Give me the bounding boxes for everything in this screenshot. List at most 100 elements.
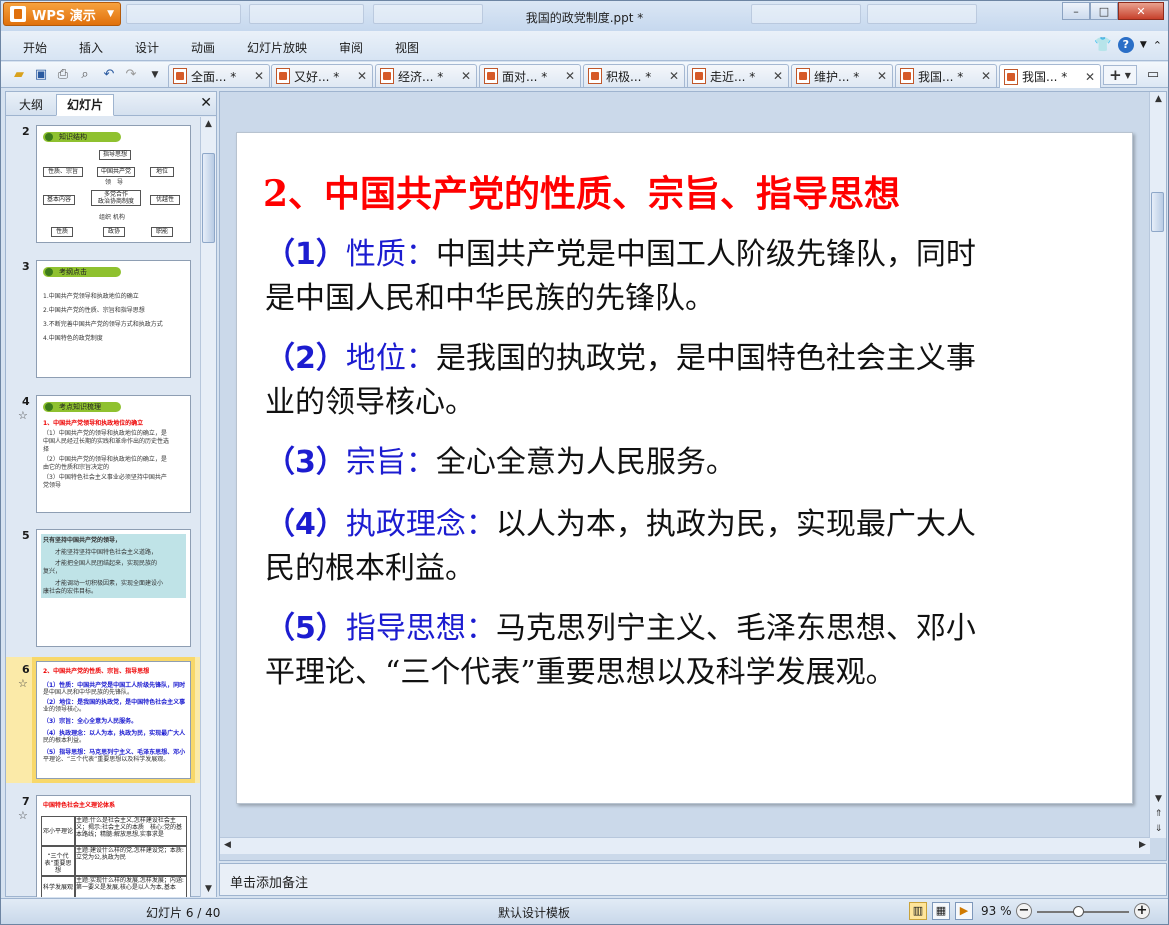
slides-pane: 大纲 幻灯片 ✕ 2 知识结构 指导思想 性质、宗旨 中国共产党 地位 领 导 … — [5, 91, 217, 897]
item-text: 是中国人民和中华民族的先锋队。 — [265, 281, 715, 316]
close-tab-icon[interactable]: ✕ — [979, 69, 993, 83]
slideshow-view-icon[interactable]: ▶ — [955, 902, 973, 920]
tab-label: 我国... * — [918, 69, 964, 84]
menu-design[interactable]: 设计 — [135, 39, 159, 56]
scroll-down-icon[interactable]: ▼ — [201, 882, 216, 897]
previous-slide-icon[interactable]: ⇑ — [1151, 807, 1166, 822]
scrollbar-thumb[interactable] — [202, 153, 215, 243]
print-preview-icon[interactable]: ⌕ — [77, 67, 93, 83]
thumb-node: 中国共产党 — [97, 167, 135, 177]
document-tab[interactable]: 面对... * ✕ — [479, 64, 581, 87]
slide-paragraph-2[interactable]: （2）地位：是我国的执政党，是中国特色社会主义事 业的领导核心。 — [265, 337, 1095, 425]
close-tab-icon[interactable]: ✕ — [875, 69, 889, 83]
slide-thumbnail-6-selected[interactable]: 6 ☆ 2、中国共产党的性质、宗旨、指导思想 （1）性质：中国共产党是中国工人阶… — [6, 657, 200, 783]
slide-thumbnail-7[interactable]: 7 ☆ 中国特色社会主义理论体系 邓小平理论 主题:什么是社会主义,怎样建设社会… — [6, 795, 200, 897]
zoom-slider-knob[interactable] — [1073, 906, 1084, 917]
skin-shirt-icon[interactable]: 👕 — [1094, 37, 1111, 53]
document-tab[interactable]: 走近... * ✕ — [687, 64, 789, 87]
thumbnails-scrollbar[interactable]: ▲ ▼ — [200, 117, 216, 897]
redo-icon[interactable]: ↷ — [123, 67, 139, 83]
normal-view-icon[interactable]: ▥ — [909, 902, 927, 920]
slide-counter: 幻灯片 6 / 40 — [146, 906, 221, 920]
scrollbar-thumb[interactable] — [1151, 192, 1164, 232]
plus-icon: + — [1109, 66, 1122, 84]
thumb-node: 职能 — [151, 227, 173, 237]
close-tab-icon[interactable]: ✕ — [252, 69, 266, 83]
scroll-right-icon[interactable]: ▶ — [1135, 838, 1150, 853]
zoom-in-button[interactable]: + — [1134, 903, 1150, 919]
thumb-text: （2）地位：是我国的执政党，是中国特色社会主义事 — [43, 699, 186, 706]
menu-home[interactable]: 开始 — [23, 39, 47, 56]
document-tab[interactable]: 全面... * ✕ — [168, 64, 270, 87]
menu-insert[interactable]: 插入 — [79, 39, 103, 56]
close-tab-icon[interactable]: ✕ — [1083, 70, 1097, 84]
slide-thumbnail-4[interactable]: 4 ☆ 考点知识梳理 1、中国共产党领导和执政地位的确立 （1）中国共产党的领导… — [6, 395, 200, 517]
close-tab-icon[interactable]: ✕ — [771, 69, 785, 83]
thumb-text: 1、中国共产党领导和执政地位的确立 — [43, 420, 144, 427]
close-window-button[interactable]: ✕ — [1118, 2, 1164, 20]
document-tab[interactable]: 我国... * ✕ — [895, 64, 997, 87]
slide-paragraph-4[interactable]: （4）执政理念：以人为本，执政为民，实现最广大人 民的根本利益。 — [265, 503, 1095, 591]
chevron-down-icon[interactable]: ▼ — [1140, 40, 1147, 50]
thumb-node: 多党合作 政治协商制度 — [91, 190, 141, 206]
menu-slideshow[interactable]: 幻灯片放映 — [247, 39, 307, 56]
current-slide[interactable]: 2、中国共产党的性质、宗旨、指导思想 （1）性质：中国共产党是中国工人阶级先锋队… — [236, 132, 1133, 804]
slide-paragraph-1[interactable]: （1）性质：中国共产党是中国工人阶级先锋队，同时 是中国人民和中华民族的先锋队。 — [265, 233, 1095, 321]
slide-paragraph-5[interactable]: （5）指导思想：马克思列宁主义、毛泽东思想、邓小 平理论、“三个代表”重要思想以及… — [265, 607, 1125, 695]
document-tab[interactable]: 积极... * ✕ — [583, 64, 685, 87]
close-pane-icon[interactable]: ✕ — [200, 95, 212, 111]
zoom-out-button[interactable]: − — [1016, 903, 1032, 919]
maximize-button[interactable]: □ — [1090, 2, 1118, 20]
item-number: （5） — [265, 611, 346, 646]
ppt-file-icon — [588, 68, 602, 84]
slide-paragraph-3[interactable]: （3）宗旨：全心全意为人民服务。 — [265, 441, 1095, 485]
slide-title[interactable]: 2、中国共产党的性质、宗旨、指导思想 — [263, 165, 900, 217]
thumb-heading: 考点知识梳理 — [43, 402, 121, 412]
editor-vertical-scrollbar[interactable]: ▲ ▼ ⇑ ⇓ — [1149, 92, 1166, 838]
window-controls: – □ ✕ — [1062, 2, 1164, 20]
minimize-button[interactable]: – — [1062, 2, 1090, 20]
document-tab[interactable]: 维护... * ✕ — [791, 64, 893, 87]
tab-slides[interactable]: 幻灯片 — [56, 94, 115, 116]
menu-view[interactable]: 视图 — [395, 39, 419, 56]
help-icon[interactable]: ? — [1117, 37, 1134, 53]
print-icon[interactable]: ⎙ — [55, 67, 71, 83]
thumbnail-preview: 考点知识梳理 1、中国共产党领导和执政地位的确立 （1）中国共产党的领导和执政地… — [36, 395, 191, 513]
slide-thumbnail-3[interactable]: 3 考纲点击 1.中国共产党领导和执政地位的确立 2.中国共产党的性质、宗旨和指… — [6, 260, 200, 382]
editor-horizontal-scrollbar[interactable]: ◀ ▶ — [220, 837, 1150, 854]
slide-sorter-view-icon[interactable]: ▦ — [932, 902, 950, 920]
close-tab-icon[interactable]: ✕ — [459, 69, 473, 83]
tab-label: 面对... * — [502, 69, 548, 84]
document-tab-active[interactable]: 我国... * ✕ — [999, 64, 1101, 88]
slide-thumbnail-5[interactable]: 5 只有坚持中国共产党的领导， 才能坚持坚持中国特色社会主义道路， 才能把全国人… — [6, 529, 200, 651]
document-tab[interactable]: 经济... * ✕ — [375, 64, 477, 87]
customize-toolbar-icon[interactable]: ▼ — [147, 67, 163, 83]
zoom-level: 93 % — [981, 904, 1012, 918]
close-tab-icon[interactable]: ✕ — [563, 69, 577, 83]
scroll-down-icon[interactable]: ▼ — [1151, 792, 1166, 807]
close-tab-icon[interactable]: ✕ — [667, 69, 681, 83]
tab-outline[interactable]: 大纲 — [8, 94, 54, 116]
next-slide-icon[interactable]: ⇓ — [1151, 822, 1166, 837]
menu-animation[interactable]: 动画 — [191, 39, 215, 56]
thumbnail-preview: 中国特色社会主义理论体系 邓小平理论 主题:什么是社会主义,怎样建设社会主义；揭… — [36, 795, 191, 897]
save-icon[interactable]: ▣ — [33, 67, 49, 83]
thumb-text: 2、中国共产党的性质、宗旨、指导思想 — [43, 668, 150, 675]
notes-pane[interactable]: 单击添加备注 — [219, 863, 1167, 896]
document-tab[interactable]: 又好... * ✕ — [271, 64, 373, 87]
scroll-up-icon[interactable]: ▲ — [201, 117, 216, 132]
ppt-file-icon — [796, 68, 810, 84]
menu-review[interactable]: 审阅 — [339, 39, 363, 56]
thumb-node: 基本内容 — [43, 195, 75, 205]
close-tab-icon[interactable]: ✕ — [355, 69, 369, 83]
scroll-left-icon[interactable]: ◀ — [220, 838, 235, 853]
open-folder-icon[interactable]: ▰ — [11, 67, 27, 83]
tab-list-icon[interactable]: ▭ — [1145, 67, 1161, 83]
scroll-up-icon[interactable]: ▲ — [1151, 92, 1166, 107]
slide-thumbnail-2[interactable]: 2 知识结构 指导思想 性质、宗旨 中国共产党 地位 领 导 基本内容 多党合作… — [6, 125, 200, 247]
thumb-text: 党领导 — [43, 482, 62, 489]
restore-ribbon-icon[interactable]: ⌃ — [1153, 39, 1162, 52]
item-text: 民的根本利益。 — [265, 551, 475, 586]
new-tab-button[interactable]: + ▼ — [1103, 65, 1137, 85]
undo-icon[interactable]: ↶ — [101, 67, 117, 83]
